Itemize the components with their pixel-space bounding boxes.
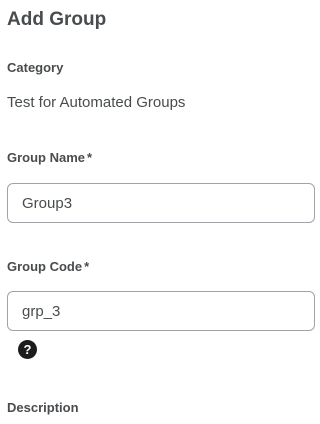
group-code-input[interactable]	[7, 291, 315, 331]
category-label: Category	[7, 60, 64, 75]
group-name-input[interactable]	[7, 183, 315, 223]
group-name-label: Group Name *	[7, 150, 92, 165]
group-code-label: Group Code *	[7, 259, 89, 274]
category-value: Test for Automated Groups	[7, 94, 186, 111]
group-name-label-text: Group Name	[7, 150, 86, 165]
page-title: Add Group	[7, 9, 107, 30]
required-marker: *	[87, 150, 93, 165]
group-code-label-text: Group Code	[7, 259, 83, 274]
required-marker: *	[84, 259, 90, 274]
description-label: Description	[7, 400, 79, 415]
help-icon[interactable]: ?	[18, 340, 37, 359]
